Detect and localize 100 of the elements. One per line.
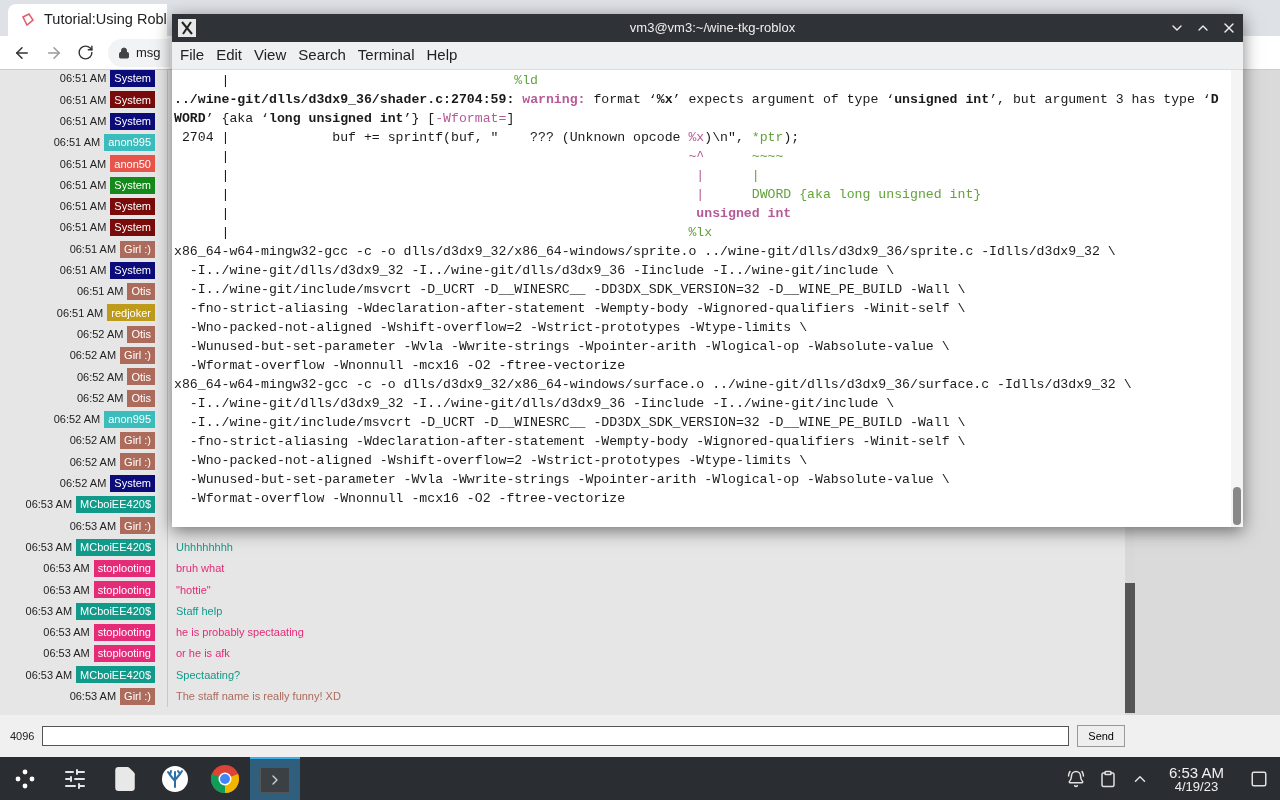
user-name: redjoker (107, 304, 155, 322)
message-time: 06:53 AM (25, 667, 73, 683)
terminal-line: | | | (220, 167, 761, 185)
message-time: 06:52 AM (69, 454, 117, 470)
user-name: System (110, 176, 155, 194)
menu-item[interactable]: Search (292, 44, 352, 67)
tab-title: Tutorial:Using Robl (44, 10, 167, 30)
menu-item[interactable]: Edit (210, 44, 249, 67)
user-name: Girl :) (120, 687, 155, 705)
menu-item[interactable]: File (174, 44, 211, 67)
char-counter: 4096 (10, 728, 35, 744)
user-name: System (110, 112, 155, 130)
message-time: 06:51 AM (59, 177, 107, 193)
user-name: MCboiEE420$ (76, 666, 155, 684)
user-name: System (110, 474, 155, 492)
user-name: System (110, 70, 155, 88)
message-time: 06:53 AM (25, 603, 73, 619)
terminal-line: x86_64-w64-mingw32-gcc -c -o dlls/d3dx9_32/x86_64-windows/sprite.o ../wine-git/dlls/d3dx9_36/sprite.c -Idlls/d3dx9_32 \ (174, 243, 1117, 261)
terminal-line: ../wine-git/dlls/d3dx9_36/shader.c:2704:59: warning: format ‘%x’ expects argument of type ‘unsigned int’, but argument 3 has type ‘D (174, 91, 1220, 109)
user-name: stoplooting (93, 581, 155, 599)
chrome-icon (210, 763, 240, 794)
send-button[interactable]: Send (1077, 725, 1125, 747)
page-icon (20, 12, 36, 28)
message-text: Spectaating? (175, 667, 241, 683)
lock-icon (118, 46, 130, 59)
clock-time: 6:53 AM (1168, 764, 1224, 780)
scrollbar-thumb[interactable] (1125, 583, 1135, 713)
message-time: 06:51 AM (59, 220, 107, 236)
message-time: 06:51 AM (76, 284, 124, 300)
message-time: 06:52 AM (69, 348, 117, 364)
user-name: Girl :) (120, 347, 155, 364)
message-time: 06:52 AM (69, 433, 117, 449)
message-time: 06:52 AM (76, 369, 124, 385)
user-name: Otis (127, 368, 155, 386)
terminal-line: -I../wine-git/include/msvcrt -D_UCRT -D__WINESRC__ -DD3DX_SDK_VERSION=32 -D__WINE_PE_BUILD -Wall \ (188, 281, 967, 299)
terminal-icon (260, 766, 290, 793)
message-text: or he is afk (175, 646, 230, 662)
message-time: 06:51 AM (59, 263, 107, 279)
user-name: System (110, 91, 155, 109)
terminal-line: -I../wine-git/include/msvcrt -D_UCRT -D__WINESRC__ -DD3DX_SDK_VERSION=32 -D__WINE_PE_BUILD -Wall \ (188, 414, 967, 432)
message-time: 06:51 AM (59, 199, 107, 215)
menu-item[interactable]: View (248, 44, 293, 67)
message-time: 06:51 AM (56, 305, 104, 321)
message-text: The staff name is really funny! XD (175, 689, 341, 704)
message-time: 06:51 AM (59, 114, 107, 129)
file-icon (112, 765, 138, 792)
user-name: MCboiEE420$ (76, 496, 155, 514)
browser-tab[interactable]: Tutorial:Using Robl (8, 4, 167, 36)
message-time: 06:53 AM (25, 497, 73, 513)
terminal-line: | | DWORD {aka long unsigned int} (220, 186, 983, 204)
message-text: Staff help (175, 603, 223, 619)
reload-icon[interactable] (77, 44, 94, 61)
message-text: bruh what (175, 561, 225, 577)
message-input[interactable] (42, 726, 1070, 746)
terminal-line: -Wno-packed-not-aligned -Wshift-overflow=2 -Wstrict-prototypes -Wtype-limits \ (188, 319, 809, 337)
user-name: Girl :) (120, 432, 155, 450)
message-time: 06:52 AM (59, 476, 107, 492)
coral-icon (161, 764, 189, 793)
clipboard-icon[interactable] (1098, 769, 1117, 788)
bell-icon[interactable] (1066, 769, 1085, 788)
terminal-line: WORD’ {aka ‘long unsigned int’} [-Wformat=] (174, 110, 516, 128)
message-time: 06:51 AM (53, 135, 101, 151)
message-text: Uhhhhhhhh (175, 539, 233, 555)
user-name: System (110, 197, 155, 215)
user-name: Otis (127, 389, 155, 407)
terminal-line: | %lx (220, 224, 714, 242)
user-name: MCboiEE420$ (76, 538, 155, 556)
terminal-line: | %ld (220, 72, 540, 90)
terminal-line: -fno-strict-aliasing -Wdeclaration-after-statement -Wempty-body -Wignored-qualifiers -Winit-self \ (188, 300, 967, 318)
terminal-line: -Wunused-but-set-parameter -Wvla -Wwrite-strings -Wpointer-arith -Wlogical-op -Wabsolute-value \ (188, 471, 951, 489)
user-name: stoplooting (93, 623, 155, 641)
show-desktop-icon[interactable] (1250, 769, 1268, 788)
terminal-line: -Wno-packed-not-aligned -Wshift-overflow=2 -Wstrict-prototypes -Wtype-limits \ (188, 452, 809, 470)
terminal-line: | unsigned int (220, 205, 793, 223)
message-text: he is probably spectaating (175, 625, 304, 641)
user-name: stoplooting (93, 645, 155, 663)
message-time: 06:53 AM (43, 646, 90, 662)
user-name: anon50 (110, 155, 155, 173)
user-name: anon995 (104, 134, 155, 152)
message-time: 06:53 AM (43, 625, 90, 641)
message-time: 06:53 AM (69, 689, 117, 704)
address-bar[interactable]: msg (108, 38, 170, 67)
sliders-icon (63, 766, 87, 791)
user-name: anon995 (104, 410, 155, 428)
terminal-line: 2704 | buf += sprintf(buf, " ??? (Unknown opcode %x)\n", *ptr); (180, 129, 801, 147)
message-time: 06:51 AM (69, 241, 117, 257)
scrollbar-thumb[interactable] (1233, 487, 1241, 525)
menu-item[interactable]: Help (420, 44, 464, 67)
user-name: Otis (127, 283, 155, 301)
menu-item[interactable]: Terminal (351, 44, 421, 67)
terminal-line: -Wunused-but-set-parameter -Wvla -Wwrite-strings -Wpointer-arith -Wlogical-op -Wabsolute-value \ (188, 338, 951, 356)
user-name: Otis (127, 325, 155, 343)
message-time: 06:53 AM (25, 539, 73, 555)
terminal-line: -Wformat-overflow -Wnonnull -mcx16 -O2 -ftree-vectorize (188, 490, 627, 508)
launcher-icon (14, 767, 36, 790)
message-time: 06:51 AM (59, 156, 107, 172)
message-text: "hottie" (175, 582, 211, 598)
message-time: 06:53 AM (43, 582, 90, 598)
message-time: 06:52 AM (76, 390, 124, 406)
message-time: 06:51 AM (59, 92, 107, 108)
